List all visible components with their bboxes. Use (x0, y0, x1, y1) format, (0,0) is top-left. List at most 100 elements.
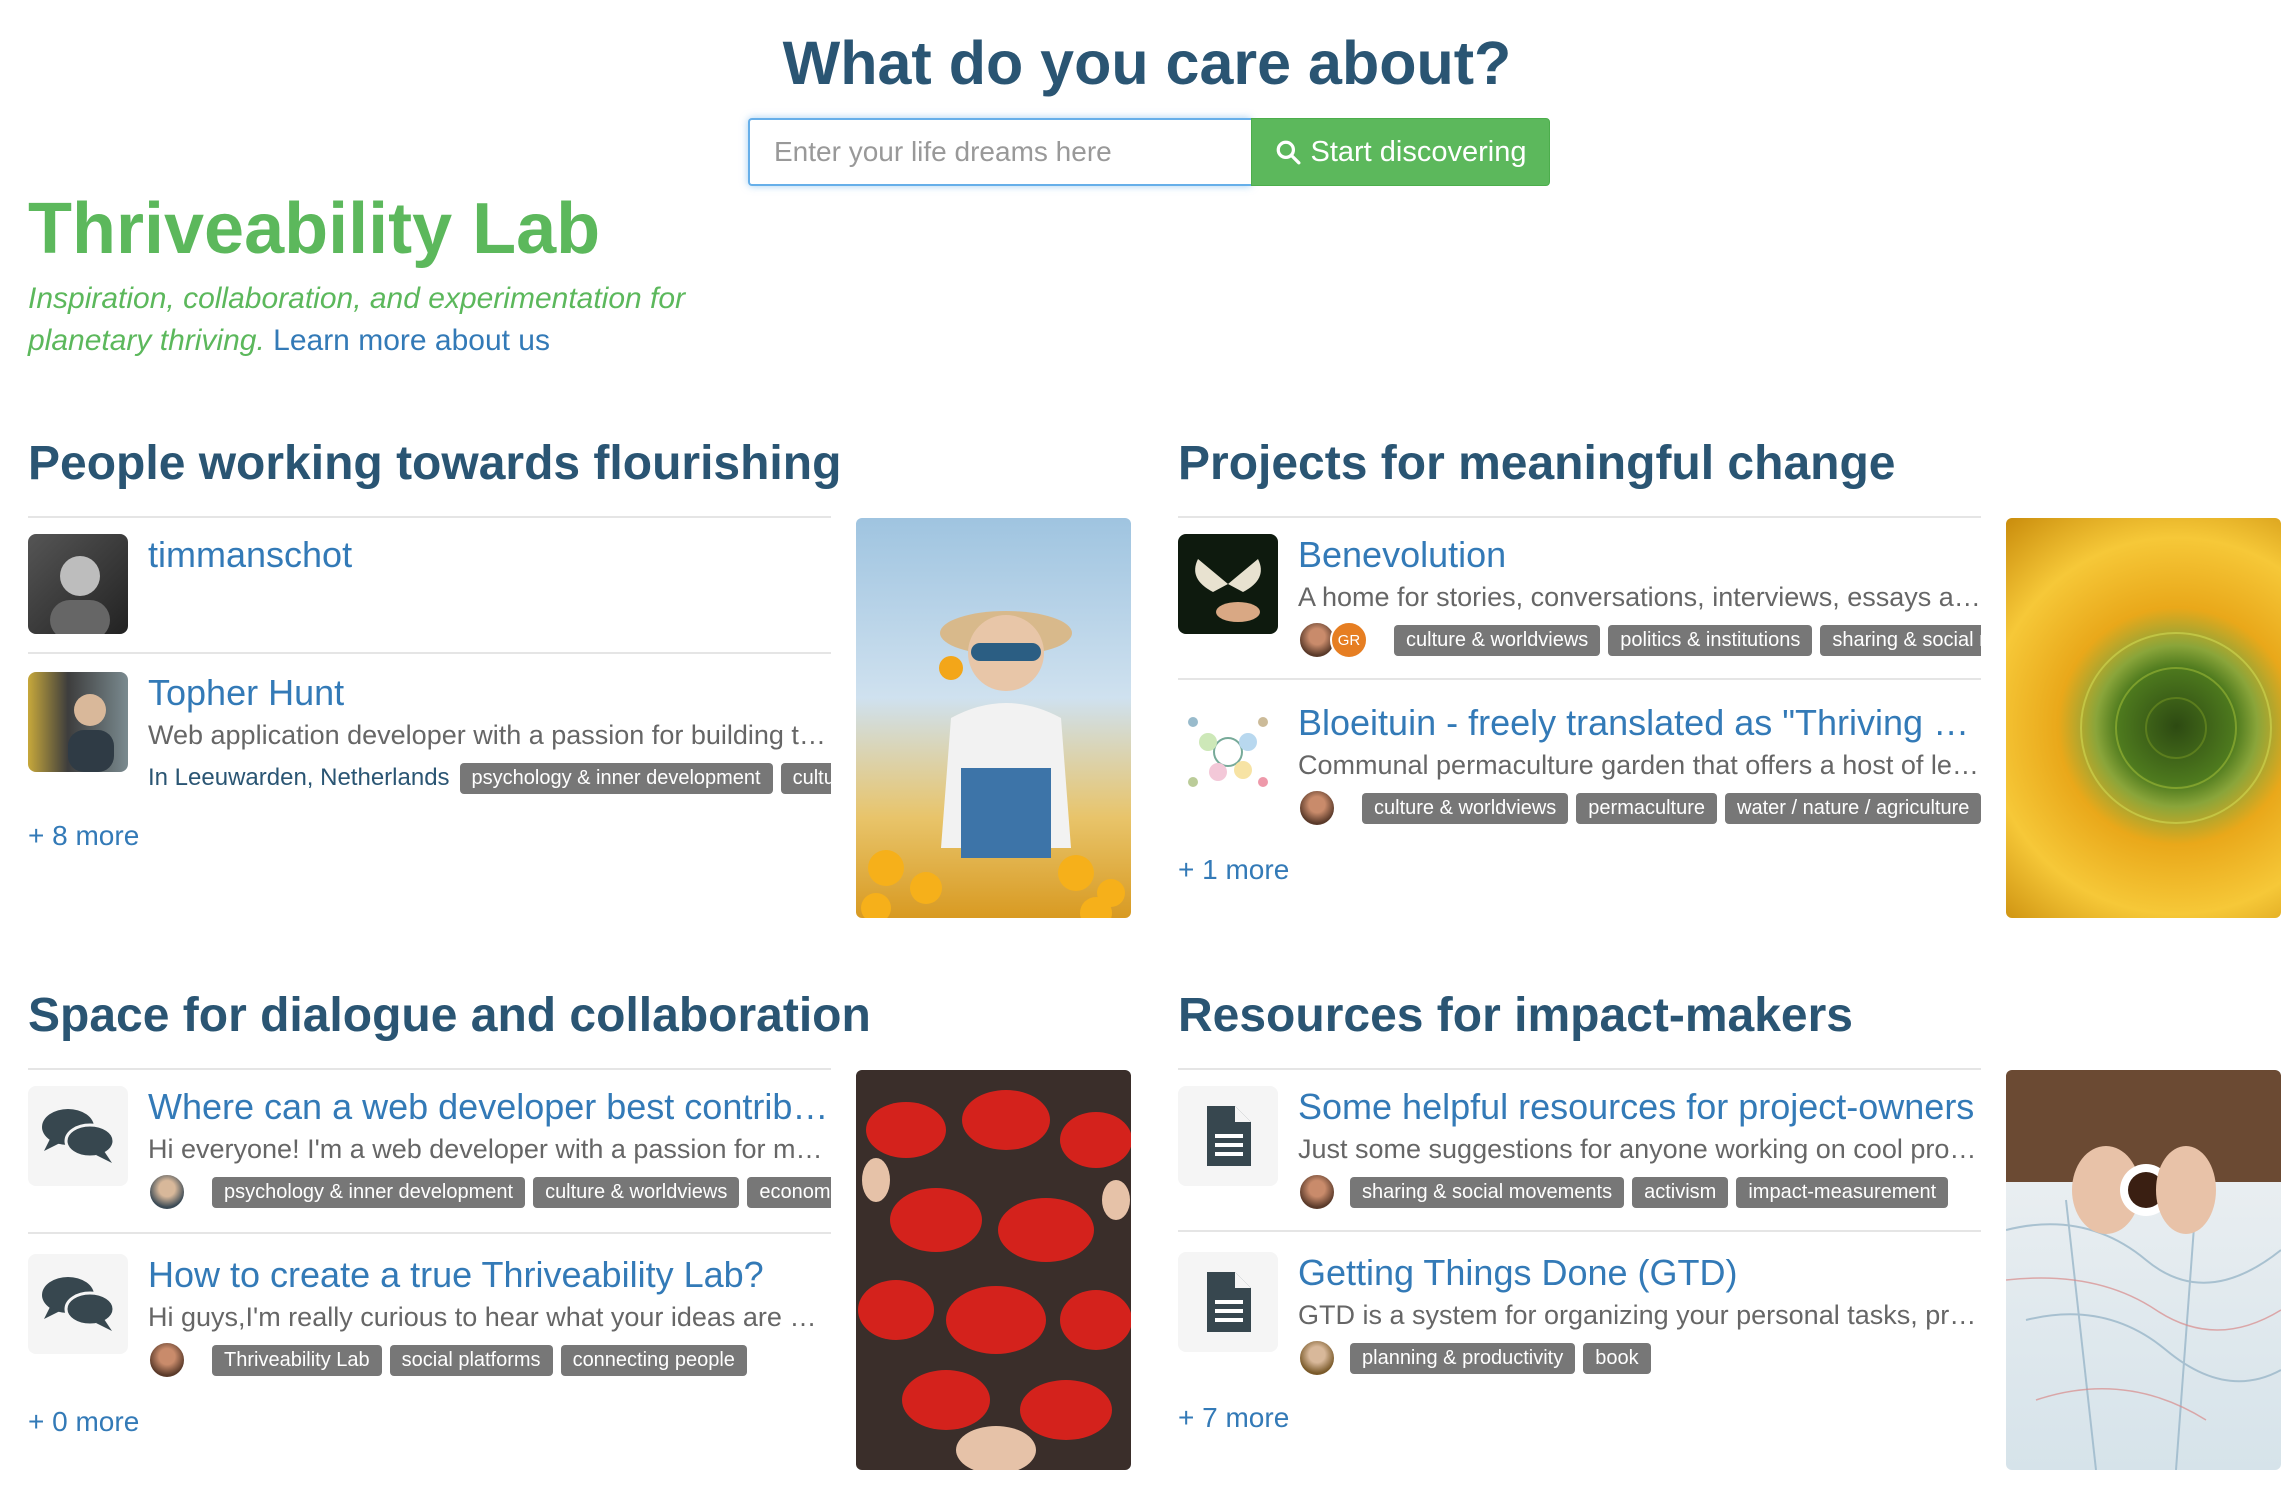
resource-item[interactable]: Some helpful resources for project-owner… (1178, 1086, 1981, 1216)
learn-more-link[interactable]: Learn more about us (273, 324, 550, 357)
author-avatars (1298, 1340, 1336, 1376)
project-description: Communal permaculture garden that offers… (1298, 750, 1981, 780)
search-input[interactable] (748, 118, 1251, 186)
resources-heading: Resources for impact-makers (1178, 989, 1853, 1042)
tag[interactable]: book (1583, 1342, 1651, 1374)
project-description: A home for stories, conversations, inter… (1298, 582, 1981, 612)
conversation-description: Hi guys,I'm really curious to hear what … (148, 1302, 831, 1332)
resource-thumbnail[interactable] (1178, 1086, 1278, 1186)
member-avatar-initials[interactable]: GR (1330, 622, 1368, 658)
participant-avatars (148, 1174, 186, 1210)
resources-section: Resources for impact-makers Some helpful… (1178, 988, 2288, 1470)
person-item[interactable]: timmanschot (28, 534, 831, 664)
comments-icon (42, 1109, 116, 1163)
resource-description: GTD is a system for organizing your pers… (1298, 1300, 1981, 1330)
participant-avatar[interactable] (148, 1174, 186, 1210)
tag[interactable]: culture & worldviews (1394, 624, 1601, 656)
tag[interactable]: psychology & inner development (212, 1176, 526, 1208)
divider (28, 1068, 831, 1070)
map-and-coffee-image (2006, 1146, 2281, 1470)
tag[interactable]: economics (747, 1176, 831, 1208)
dialogue-section: Space for dialogue and collaboration Whe… (28, 988, 1138, 1470)
person-photo-icon (50, 556, 110, 634)
tag[interactable]: sharing & social movements (1820, 624, 1981, 656)
member-avatars: GR (1298, 622, 1368, 658)
sunflower-image (2080, 632, 2272, 824)
divider (28, 652, 831, 654)
participant-avatars (148, 1342, 186, 1378)
tag[interactable]: planning & productivity (1350, 1342, 1576, 1374)
resource-description: Just some suggestions for anyone working… (1298, 1134, 1981, 1164)
people-heading: People working towards flourishing (28, 437, 842, 490)
woman-with-flower-image (861, 611, 1125, 918)
projects-section: Projects for meaningful change Benevolut… (1178, 436, 2288, 918)
brand-title: Thriveability Lab (28, 189, 601, 269)
conversation-item[interactable]: Where can a web developer best contribut… (28, 1086, 831, 1216)
tag[interactable]: social platforms (389, 1344, 553, 1376)
project-title-link[interactable]: Bloeituin - freely translated as "Thrivi… (1298, 702, 1981, 744)
resource-title-link[interactable]: Some helpful resources for project-owner… (1298, 1086, 1981, 1128)
search-form: Start discovering (748, 118, 1550, 186)
project-meta: culture & worldviews permaculture water … (1298, 790, 1981, 826)
butterfly-image (1195, 559, 1261, 622)
conversation-title-link[interactable]: Where can a web developer best contribut… (148, 1086, 831, 1128)
person-name-link[interactable]: timmanschot (148, 534, 831, 576)
project-item[interactable]: Benevolution A home for stories, convers… (1178, 534, 1981, 664)
start-discovering-button[interactable]: Start discovering (1251, 118, 1550, 186)
document-icon (1207, 1272, 1251, 1332)
conversation-thumbnail[interactable] (28, 1086, 128, 1186)
projects-feature-image (2006, 518, 2281, 918)
person-photo-icon (68, 694, 114, 772)
tag[interactable]: activism (1632, 1176, 1729, 1208)
tag[interactable]: culture & worldviews (533, 1176, 740, 1208)
conversation-meta: psychology & inner development culture &… (148, 1174, 831, 1210)
tag[interactable]: connecting people (560, 1344, 747, 1376)
page-question-title: What do you care about? (782, 29, 1512, 97)
member-avatar[interactable] (1298, 790, 1336, 826)
people-feature-image (856, 518, 1131, 918)
project-thumbnail[interactable] (1178, 702, 1278, 802)
project-thumbnail[interactable] (1178, 534, 1278, 634)
divider (28, 516, 831, 518)
avatar[interactable] (28, 534, 128, 634)
resource-meta: sharing & social movements activism impa… (1298, 1174, 1981, 1210)
brand-tagline: Inspiration, collaboration, and experime… (28, 278, 748, 362)
divider (1178, 1230, 1981, 1232)
avatar[interactable] (28, 672, 128, 772)
tag[interactable]: sharing & social movements (1350, 1176, 1625, 1208)
tag[interactable]: Thriveability Lab (212, 1344, 382, 1376)
conversation-meta: Thriveability Lab social platforms conne… (148, 1342, 831, 1378)
project-item[interactable]: Bloeituin - freely translated as "Thrivi… (1178, 702, 1981, 832)
author-avatars (1298, 1174, 1336, 1210)
author-avatar[interactable] (1298, 1340, 1336, 1376)
more-resources-link[interactable]: + 7 more (1178, 1402, 1289, 1434)
divider (1178, 1068, 1981, 1070)
conversation-thumbnail[interactable] (28, 1254, 128, 1354)
person-name-link[interactable]: Topher Hunt (148, 672, 831, 714)
project-title-link[interactable]: Benevolution (1298, 534, 1981, 576)
tag[interactable]: culture & worldviews (1362, 792, 1569, 824)
more-people-link[interactable]: + 8 more (28, 820, 139, 852)
people-section: People working towards flourishing timma… (28, 436, 1138, 918)
tag[interactable]: water / nature / agriculture (1725, 792, 1981, 824)
tag[interactable]: politics & institutions (1608, 624, 1813, 656)
conversation-title-link[interactable]: How to create a true Thriveability Lab? (148, 1254, 831, 1296)
comments-icon (42, 1277, 116, 1331)
more-projects-link[interactable]: + 1 more (1178, 854, 1289, 886)
tag[interactable]: impact-measurement (1736, 1176, 1949, 1208)
search-icon (1276, 140, 1300, 165)
participant-avatar[interactable] (148, 1342, 186, 1378)
resource-title-link[interactable]: Getting Things Done (GTD) (1298, 1252, 1981, 1294)
author-avatar[interactable] (1298, 1174, 1336, 1210)
resource-item[interactable]: Getting Things Done (GTD) GTD is a syste… (1178, 1252, 1981, 1382)
start-discovering-label: Start discovering (1310, 135, 1527, 168)
person-item[interactable]: Topher Hunt Web application developer wi… (28, 672, 831, 802)
more-conversations-link[interactable]: + 0 more (28, 1406, 139, 1438)
projects-heading: Projects for meaningful change (1178, 437, 1896, 490)
tag[interactable]: psychology & inner development (459, 762, 773, 794)
conversation-item[interactable]: How to create a true Thriveability Lab? … (28, 1254, 831, 1384)
divider (28, 1232, 831, 1234)
tag[interactable]: culture & worldviews (780, 762, 831, 794)
resource-thumbnail[interactable] (1178, 1252, 1278, 1352)
tag[interactable]: permaculture (1576, 792, 1718, 824)
